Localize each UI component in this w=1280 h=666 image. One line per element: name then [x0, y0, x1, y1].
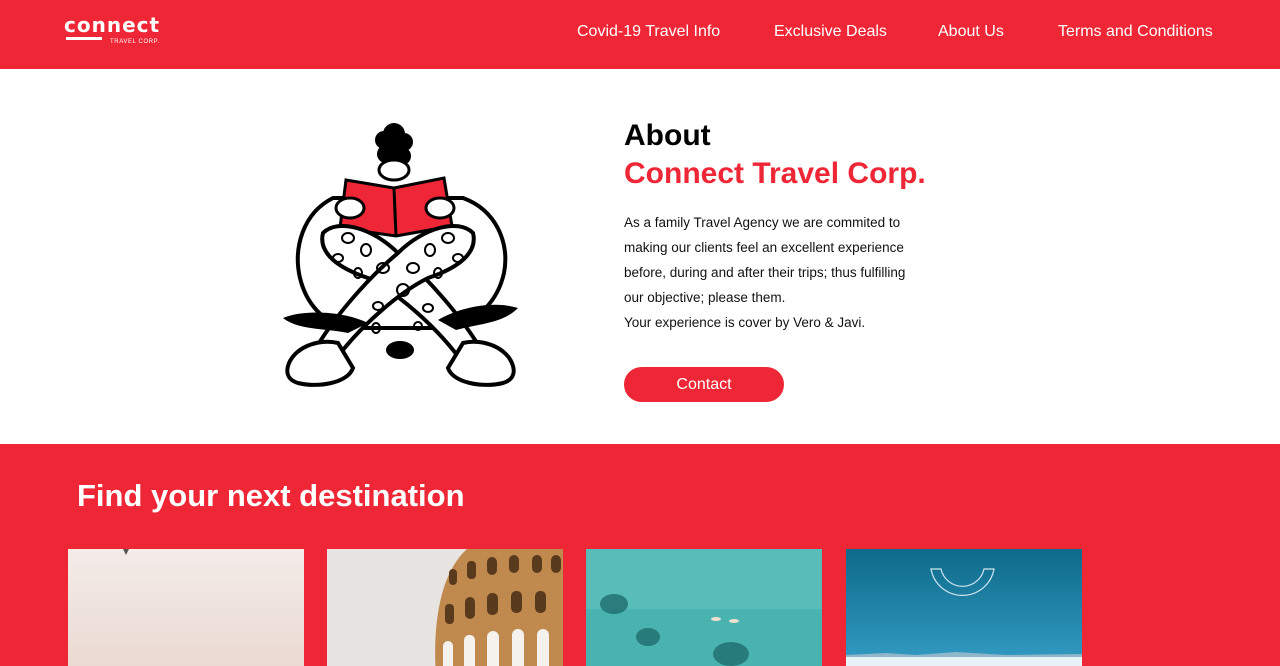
- reading-person-illustration: [278, 118, 523, 393]
- logo-underline: [66, 37, 102, 40]
- pastel-beach-photo: [68, 549, 304, 666]
- turquoise-sea-palms-photo: [586, 549, 822, 666]
- destinations-section: Find your next destination: [0, 444, 1280, 666]
- nav-covid-info[interactable]: Covid-19 Travel Info: [577, 22, 720, 42]
- logo-wordmark: connect: [64, 13, 161, 37]
- destination-card-horizon[interactable]: [846, 549, 1082, 666]
- about-text-line: making our clients feel an excellent exp…: [624, 240, 904, 255]
- about-text-line: before, during and after their trips; th…: [624, 265, 906, 280]
- blue-horizon-photo: [846, 549, 1082, 666]
- nav-exclusive-deals[interactable]: Exclusive Deals: [774, 22, 887, 42]
- destination-card-rome[interactable]: [327, 549, 563, 666]
- nav-about-us[interactable]: About Us: [938, 22, 1004, 42]
- brand-logo[interactable]: connect TRAVEL CORP.: [64, 14, 174, 50]
- top-header: connect TRAVEL CORP. Covid-19 Travel Inf…: [0, 0, 1280, 69]
- about-heading: About: [624, 119, 711, 152]
- logo-subtitle: TRAVEL CORP.: [110, 39, 160, 45]
- destination-card-sea[interactable]: [586, 549, 822, 666]
- about-description: As a family Travel Agency we are commite…: [624, 210, 954, 335]
- about-text-line: Your experience is cover by Vero & Javi.: [624, 315, 866, 330]
- contact-button[interactable]: Contact: [624, 367, 784, 402]
- about-text-line: As a family Travel Agency we are commite…: [624, 215, 901, 230]
- destinations-title: Find your next destination: [77, 478, 465, 513]
- nav-terms-conditions[interactable]: Terms and Conditions: [1058, 22, 1213, 42]
- about-company-name: Connect Travel Corp.: [624, 157, 926, 190]
- destination-card-beach[interactable]: [68, 549, 304, 666]
- about-text-line: our objective; please them.: [624, 290, 786, 305]
- colosseum-photo: [327, 549, 563, 666]
